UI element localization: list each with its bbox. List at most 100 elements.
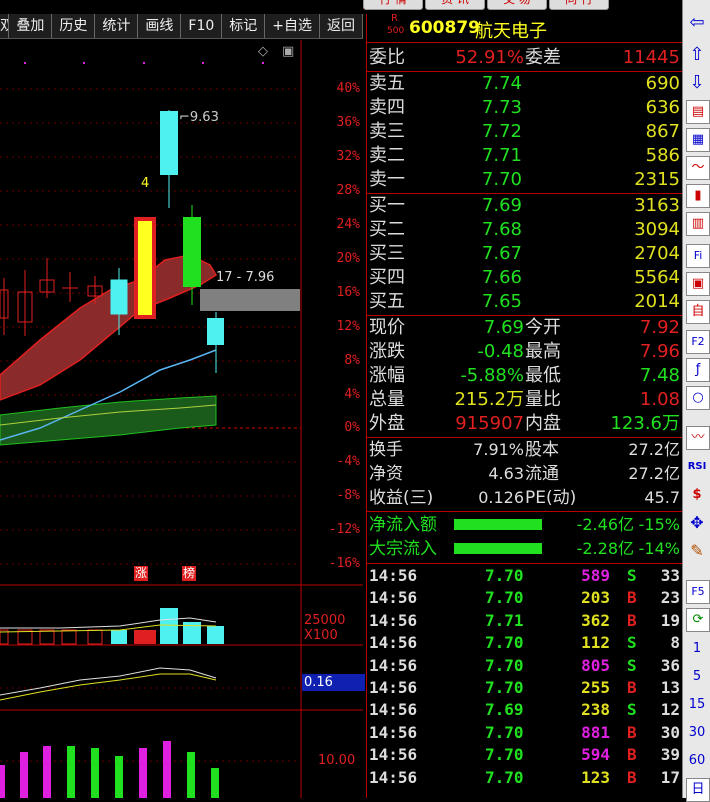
refresh-icon[interactable]: ⟳ — [686, 608, 710, 632]
flow-value: -2.28亿 — [576, 539, 634, 558]
sell-price: 7.73 — [481, 97, 522, 118]
fund-label: 收益(三) — [369, 488, 434, 508]
rsi-icon[interactable]: RSI — [686, 456, 708, 478]
divider — [367, 563, 682, 564]
tick-row[interactable]: 14:56 7.69 238 S 12 — [367, 699, 682, 721]
move-icon[interactable]: ✥ — [686, 512, 708, 534]
stat-value: 915907 — [455, 413, 524, 434]
pct-tick: 28% — [336, 183, 360, 198]
period-15-button[interactable]: 15 — [686, 694, 708, 716]
window-toggle-icon[interactable]: ▣ — [282, 44, 294, 59]
stat-label: 最高 — [525, 341, 561, 362]
tick-volume: 362 — [581, 610, 610, 630]
sell-row: 卖四 7.73 636 — [367, 96, 682, 120]
tick-row[interactable]: 14:56 7.70 589 S 33 — [367, 565, 682, 587]
market-tag-top: R — [391, 13, 398, 24]
arrow-down-icon[interactable]: ⇩ — [686, 72, 708, 94]
tab-news[interactable]: 资 讯 — [425, 0, 485, 10]
period-day-button[interactable]: 日 — [686, 778, 710, 802]
bars-icon[interactable]: ▥ — [686, 212, 710, 236]
formula-icon[interactable]: ƒ — [686, 358, 710, 382]
stat-value: -5.88% — [460, 365, 524, 386]
tick-row[interactable]: 14:56 7.70 255 B 13 — [367, 677, 682, 699]
f5-button[interactable]: F5 — [686, 580, 710, 604]
toolbar-dual-button[interactable]: 双 — [0, 14, 10, 38]
candle-icon[interactable]: ▮ — [686, 184, 710, 208]
period-5-button[interactable]: 5 — [686, 666, 708, 688]
tick-price: 7.70 — [485, 633, 524, 653]
pct-tick: -12% — [328, 522, 360, 537]
tick-time: 14:56 — [369, 610, 418, 630]
tick-row[interactable]: 14:56 7.71 362 B 19 — [367, 610, 682, 632]
tick-row[interactable]: 14:56 7.70 112 S 8 — [367, 632, 682, 654]
f2-icon[interactable]: F2 — [686, 330, 710, 354]
tab-peers[interactable]: 同 行 — [549, 0, 609, 10]
report-icon[interactable]: ▤ — [686, 100, 710, 124]
sell-volume: 2315 — [634, 169, 680, 190]
tick-side: S — [627, 700, 637, 720]
stock-code: 600879 — [409, 18, 480, 38]
tab-quote[interactable]: 行 情 — [363, 0, 423, 10]
toolbar-mark-button[interactable]: 标记 — [222, 14, 266, 38]
tick-row[interactable]: 14:56 7.70 594 B 39 — [367, 744, 682, 766]
pencil-icon[interactable]: ✎ — [686, 540, 708, 562]
tab-trade[interactable]: 交 易 — [487, 0, 547, 10]
tick-count: 23 — [660, 588, 680, 608]
toolbar-overlay-button[interactable]: 叠加 — [9, 14, 53, 38]
divider — [367, 511, 682, 512]
pct-tick: 40% — [336, 81, 360, 96]
period-30-button[interactable]: 30 — [686, 722, 708, 744]
buy-row: 买四 7.66 5564 — [367, 266, 682, 290]
sell-volume: 586 — [645, 145, 680, 166]
tick-count: 39 — [660, 745, 680, 765]
line-chart-icon[interactable]: 〜 — [686, 156, 710, 180]
tick-row[interactable]: 14:56 7.70 805 S 36 — [367, 655, 682, 677]
f10-info-icon[interactable]: Fi — [686, 244, 710, 268]
toolbar-add-watchlist-button[interactable]: +自选 — [265, 14, 320, 38]
tick-price: 7.69 — [485, 700, 524, 720]
tick-count: 33 — [660, 566, 680, 585]
buy-row: 买一 7.69 3163 — [367, 194, 682, 218]
toolbar-f10-button[interactable]: F10 — [181, 14, 223, 38]
tag-ranking[interactable]: 榜 — [182, 566, 197, 581]
grid-icon[interactable]: ▦ — [686, 128, 710, 152]
tick-time: 14:56 — [369, 566, 418, 585]
arrow-left-icon[interactable]: ⇦ — [686, 12, 708, 34]
tick-side: S — [627, 655, 637, 675]
flow-pct: -15% — [638, 515, 680, 534]
stat-value: 7.48 — [639, 365, 680, 386]
toolbar-back-button[interactable]: 返回 — [320, 14, 363, 38]
fundamental-row: 换手 7.91% 股本 27.2亿 — [367, 438, 682, 462]
stat-label: 今开 — [525, 317, 561, 338]
arrow-up-icon[interactable]: ⇧ — [686, 44, 708, 66]
sell-price: 7.74 — [481, 73, 522, 94]
dollar-icon[interactable]: $ — [686, 484, 708, 506]
tag-limit-up[interactable]: 涨 — [134, 566, 149, 581]
document-icon[interactable]: ▣ — [686, 272, 710, 296]
period-60-button[interactable]: 60 — [686, 750, 708, 772]
high-price-label: ⌐9.63 — [179, 110, 219, 125]
kline-chart-area[interactable]: ◇ ▣ ⌐9.63 4 17 - 7.96 涨 榜 25000 X100 0.1… — [0, 40, 365, 798]
toolbar-stats-button[interactable]: 统计 — [95, 14, 139, 38]
chart-toolbar: 双 叠加 历史 统计 画线 F10 标记 +自选 返回 — [0, 14, 363, 39]
toolbar-history-button[interactable]: 历史 — [52, 14, 96, 38]
wave-indicator-icon[interactable]: 〰 — [686, 426, 710, 450]
tick-count: 13 — [660, 678, 680, 697]
diamond-icon[interactable]: ◇ — [258, 44, 268, 59]
fund-label: 流通 — [525, 464, 559, 484]
tick-row[interactable]: 14:56 7.70 123 B 17 — [367, 767, 682, 789]
self-select-icon[interactable]: 自 — [686, 300, 710, 324]
flow-bar — [454, 519, 542, 530]
circle-icon[interactable]: ○ — [686, 386, 710, 410]
flow-row: 净流入额 -2.46亿 -15% — [367, 513, 682, 537]
sell-label: 卖三 — [369, 121, 405, 142]
sell-volume: 690 — [645, 73, 680, 94]
sell-row: 卖三 7.72 867 — [367, 120, 682, 144]
tick-row[interactable]: 14:56 7.70 203 B 23 — [367, 587, 682, 609]
period-1-button[interactable]: 1 — [686, 638, 708, 660]
pct-tick: 0% — [344, 420, 360, 435]
stat-row: 涨幅 -5.88% 最低 7.48 — [367, 364, 682, 388]
toolbar-draw-button[interactable]: 画线 — [138, 14, 182, 38]
fund-value: 27.2亿 — [628, 440, 680, 459]
tick-row[interactable]: 14:56 7.70 881 B 30 — [367, 722, 682, 744]
